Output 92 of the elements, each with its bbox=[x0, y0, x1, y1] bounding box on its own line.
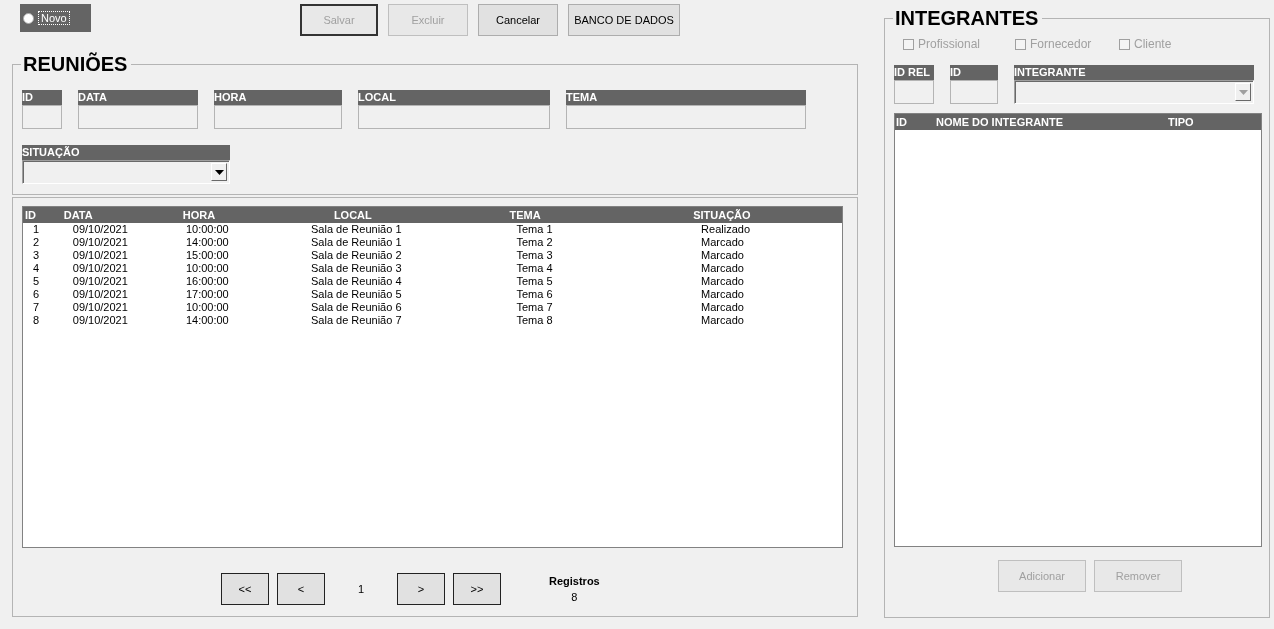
checkbox-label: Fornecedor bbox=[1030, 37, 1092, 51]
field-label: DATA bbox=[78, 90, 198, 105]
field-label: INTEGRANTE bbox=[1014, 65, 1254, 80]
checkbox-label: Profissional bbox=[918, 37, 981, 51]
checkbox-label: Cliente bbox=[1134, 37, 1172, 51]
column-header: NOME DO INTEGRANTE bbox=[935, 115, 1065, 130]
table-cell-text: Tema 7 bbox=[515, 301, 554, 314]
field-label: TEMA bbox=[566, 90, 806, 105]
table-cell-text: 14:00:00 bbox=[184, 236, 230, 249]
table-cell-text: Marcado bbox=[700, 262, 745, 275]
input-field[interactable] bbox=[894, 80, 934, 104]
input-field[interactable] bbox=[566, 105, 806, 129]
table-cell-text: Marcado bbox=[700, 314, 745, 327]
table-cell-text: Sala de Reunião 4 bbox=[310, 275, 403, 288]
input-field[interactable] bbox=[78, 105, 198, 129]
novo-label: Novo bbox=[38, 11, 70, 25]
input-field[interactable] bbox=[214, 105, 342, 129]
column-header: ID bbox=[895, 115, 908, 130]
radio-button[interactable] bbox=[23, 12, 34, 24]
table-cell-text: 6 bbox=[32, 288, 41, 301]
table-cell-text: Tema 4 bbox=[515, 262, 554, 275]
table-cell-text: Realizado bbox=[700, 223, 751, 236]
field-label: ID bbox=[950, 65, 998, 80]
table-cell-text: Tema 3 bbox=[515, 249, 554, 262]
meetings-list[interactable] bbox=[22, 206, 843, 548]
table-cell-text: Sala de Reunião 1 bbox=[310, 236, 403, 249]
table-cell-text: 09/10/2021 bbox=[71, 301, 129, 314]
column-header: SITUAÇÃO bbox=[693, 208, 752, 223]
members-list[interactable]: ID NOME DO INTEGRANTE TIPO bbox=[894, 113, 1262, 547]
table-cell-text: 09/10/2021 bbox=[71, 223, 129, 236]
table-cell-text: Tema 1 bbox=[515, 223, 554, 236]
table-cell-text: 7 bbox=[32, 301, 41, 314]
column-header: ID bbox=[24, 208, 37, 223]
table-cell-text: Marcado bbox=[700, 301, 745, 314]
table-cell-text: 2 bbox=[32, 236, 41, 249]
table-cell-text: 16:00:00 bbox=[184, 275, 230, 288]
table-cell-text: Tema 2 bbox=[515, 236, 554, 249]
next-page-button[interactable]: > bbox=[397, 573, 445, 605]
table-cell-text: Sala de Reunião 7 bbox=[310, 314, 403, 327]
records-count: 8 bbox=[571, 591, 578, 603]
novo-option[interactable]: Novo bbox=[20, 4, 91, 32]
table-cell-text: 4 bbox=[32, 262, 41, 275]
table-cell-text: Marcado bbox=[700, 275, 745, 288]
input-field[interactable] bbox=[950, 80, 998, 104]
table-cell-text: 09/10/2021 bbox=[71, 262, 129, 275]
table-cell-text: Sala de Reunião 6 bbox=[310, 301, 403, 314]
previous-page-button[interactable]: < bbox=[277, 573, 325, 605]
table-cell-text: 09/10/2021 bbox=[71, 236, 129, 249]
table-cell-text: 17:00:00 bbox=[184, 288, 230, 301]
column-header: HORA bbox=[181, 208, 217, 223]
table-cell-text: 09/10/2021 bbox=[71, 288, 129, 301]
table-cell-text: Sala de Reunião 1 bbox=[310, 223, 403, 236]
field-label: HORA bbox=[214, 90, 342, 105]
table-cell-text: Marcado bbox=[700, 249, 745, 262]
column-header: LOCAL bbox=[332, 208, 373, 223]
table-cell-text: 10:00:00 bbox=[184, 262, 230, 275]
table-cell-text: 3 bbox=[32, 249, 41, 262]
page-number: 1 bbox=[356, 583, 366, 595]
first-page-button[interactable]: << bbox=[221, 573, 269, 605]
table-cell-text: 09/10/2021 bbox=[71, 249, 129, 262]
situacao-dropdown[interactable] bbox=[22, 160, 230, 184]
field-label: LOCAL bbox=[358, 90, 550, 105]
field-label: ID bbox=[22, 90, 62, 105]
integrante-dropdown[interactable] bbox=[1014, 80, 1254, 104]
table-cell-text: Tema 5 bbox=[515, 275, 554, 288]
column-header: DATA bbox=[62, 208, 94, 223]
column-header: TEMA bbox=[509, 208, 542, 223]
field-label: ID REL bbox=[894, 65, 934, 80]
toolbar-button[interactable]: BANCO DE DADOS bbox=[568, 4, 680, 36]
table-cell-text: 09/10/2021 bbox=[71, 314, 129, 327]
table-cell-text: 14:00:00 bbox=[184, 314, 230, 327]
table-cell-text: Sala de Reunião 2 bbox=[310, 249, 403, 262]
table-cell-text: 15:00:00 bbox=[184, 249, 230, 262]
last-page-button[interactable]: >> bbox=[453, 573, 501, 605]
table-cell-text: Tema 8 bbox=[515, 314, 554, 327]
records-label: Registros bbox=[549, 575, 600, 587]
table-cell-text: 10:00:00 bbox=[184, 223, 230, 236]
table-cell-text: 8 bbox=[32, 314, 41, 327]
table-cell-text: Tema 6 bbox=[515, 288, 554, 301]
table-cell-text: Sala de Reunião 5 bbox=[310, 288, 403, 301]
field-label: SITUAÇÃO bbox=[22, 145, 230, 160]
toolbar-button[interactable]: Cancelar bbox=[478, 4, 558, 36]
input-field[interactable] bbox=[22, 105, 62, 129]
table-cell-text: 1 bbox=[32, 223, 41, 236]
table-cell-text: Sala de Reunião 3 bbox=[310, 262, 403, 275]
table-cell-text: Marcado bbox=[700, 288, 745, 301]
table-cell-text: Marcado bbox=[700, 236, 745, 249]
input-field[interactable] bbox=[358, 105, 550, 129]
column-header: TIPO bbox=[1167, 115, 1195, 130]
table-cell-text: 10:00:00 bbox=[184, 301, 230, 314]
table-cell-text: 5 bbox=[32, 275, 41, 288]
table-cell-text: 09/10/2021 bbox=[71, 275, 129, 288]
